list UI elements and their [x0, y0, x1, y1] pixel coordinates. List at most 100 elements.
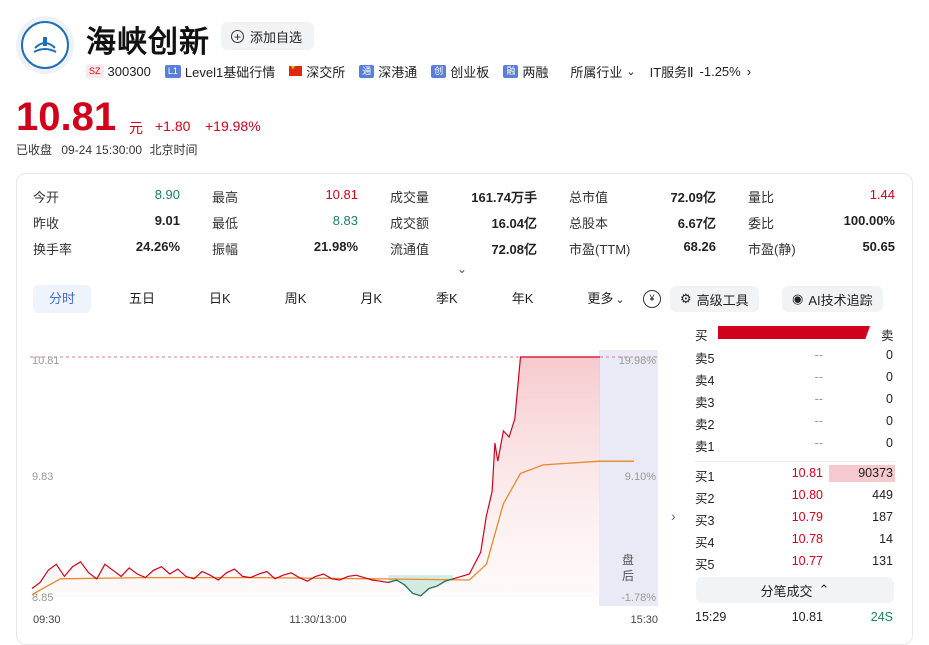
stat-value: 1.44 — [869, 187, 895, 202]
collapse-orderbook-icon[interactable]: › — [671, 508, 676, 524]
level-volume: 0 — [886, 414, 893, 428]
industry-label: 所属行业 — [570, 64, 623, 80]
ask-row[interactable]: 卖1 -- 0 — [695, 433, 895, 455]
stat-label: 成交额 — [390, 216, 430, 231]
price-change: +1.80 — [155, 118, 191, 134]
chevron-up-icon: ⌃ — [818, 582, 830, 597]
x-label-mid: 11:30/13:00 — [289, 614, 346, 626]
ask-row[interactable]: 卖4 -- 0 — [695, 367, 895, 389]
tab-quarterly-k[interactable]: 季K — [420, 285, 474, 313]
stock-logo — [16, 16, 74, 74]
stat-value: 9.01 — [154, 213, 180, 228]
tab-more-label: 更多 — [587, 291, 614, 306]
tools-icon: ⚙ — [680, 291, 692, 306]
level-volume: 449 — [872, 488, 893, 502]
y-label-mid: 9.83 — [32, 471, 53, 483]
exchange-tag[interactable]: 深交所 — [289, 62, 345, 81]
add-watchlist-label: 添加自选 — [250, 29, 303, 45]
tab-more[interactable]: 更多 ⌄ — [571, 285, 640, 313]
level-price: -- — [814, 348, 823, 362]
stat-value: 100.00% — [843, 213, 895, 228]
status-time: 09-24 15:30:00 — [61, 143, 143, 157]
connect-tag[interactable]: 通 深港通 — [359, 62, 417, 81]
expand-stats-icon[interactable]: ⌄ — [457, 262, 467, 276]
level-volume: 14 — [879, 532, 893, 546]
stat-label: 委比 — [748, 216, 775, 231]
bid-row[interactable]: 买4 10.78 14 — [695, 529, 895, 551]
pct-label-top: 19.98% — [619, 355, 657, 367]
level-label: 买4 — [695, 536, 715, 550]
industry-name: IT服务Ⅱ — [649, 64, 694, 80]
level-volume: 0 — [886, 392, 893, 406]
tab-yearly-k[interactable]: 年K — [496, 285, 550, 313]
market-status: 已收盘 09-24 15:30:00 北京时间 — [16, 141, 197, 158]
industry-change: -1.25% — [699, 63, 741, 79]
industry-link[interactable]: IT服务Ⅱ -1.25% › — [650, 62, 752, 81]
trades-label: 分笔成交 — [760, 583, 813, 599]
level1-tag[interactable]: L1 Level1基础行情 — [164, 62, 275, 81]
exchange-badge: SZ — [86, 64, 104, 78]
compare-icon[interactable]: ¥ — [643, 290, 661, 308]
advanced-tools-button[interactable]: ⚙ 高级工具 — [670, 286, 759, 312]
level-price: -- — [814, 436, 823, 450]
after-hours-label-2: 后 — [622, 569, 634, 583]
connect-label: 深港通 — [378, 64, 418, 80]
buy-sell-ratio-bar — [718, 326, 870, 339]
level-label: 卖1 — [695, 440, 715, 454]
stat-value: 24.26% — [135, 239, 180, 254]
bid-row[interactable]: 买1 10.81 90373 — [695, 463, 895, 485]
trade-price: 10.81 — [791, 610, 823, 624]
after-hours-label-1: 盘 — [622, 552, 634, 567]
stat-value: 68.26 — [683, 239, 716, 254]
board-label: 创业板 — [450, 64, 490, 80]
stat-label: 最高 — [212, 190, 239, 205]
intraday-chart[interactable]: 10.81 9.83 8.85 19.98% 9.10% -1.78% 盘 后 … — [30, 340, 660, 630]
stat-value: 21.98% — [313, 239, 358, 254]
level-price: 10.81 — [791, 466, 823, 480]
price-change-percent: +19.98% — [205, 118, 261, 134]
industry-dropdown[interactable]: 所属行业 ⌄ — [570, 62, 635, 81]
stat-value: 8.90 — [154, 187, 180, 202]
tab-five-day[interactable]: 五日 — [113, 285, 171, 313]
buy-header: 买 — [695, 329, 708, 343]
level-badge: L1 — [164, 64, 181, 78]
china-flag-icon — [289, 64, 303, 76]
bid-row[interactable]: 买3 10.79 187 — [695, 507, 895, 529]
tab-intraday[interactable]: 分时 — [33, 285, 92, 313]
ai-tracking-button[interactable]: ◉ AI技术追踪 — [782, 286, 883, 312]
board-tag[interactable]: 创 创业板 — [431, 62, 489, 81]
level-volume: 90373 — [858, 466, 893, 480]
stat-value: 8.83 — [332, 213, 358, 228]
ask-row[interactable]: 卖5 -- 0 — [695, 345, 895, 367]
chevron-right-icon: › — [746, 63, 752, 79]
tab-weekly-k[interactable]: 周K — [269, 285, 323, 313]
stat-label: 成交量 — [390, 190, 430, 205]
margin-tag[interactable]: 融 两融 — [503, 62, 548, 81]
chevron-down-icon: ⌄ — [626, 65, 636, 78]
bid-row[interactable]: 买5 10.77 131 — [695, 551, 895, 573]
status-label: 已收盘 — [16, 143, 53, 157]
margin-label: 两融 — [522, 64, 549, 80]
stat-value: 16.04亿 — [491, 216, 537, 231]
level-price: 10.80 — [791, 488, 823, 502]
ask-row[interactable]: 卖3 -- 0 — [695, 389, 895, 411]
tab-daily-k[interactable]: 日K — [193, 285, 247, 313]
level-price: 10.77 — [791, 554, 823, 568]
margin-badge: 融 — [503, 64, 519, 78]
logo-emblem-icon — [21, 21, 69, 69]
stat-label: 市盈(静) — [748, 242, 796, 257]
level-volume: 0 — [886, 370, 893, 384]
status-timezone: 北京时间 — [149, 143, 198, 157]
tab-monthly-k[interactable]: 月K — [344, 285, 398, 313]
add-watchlist-button[interactable]: + 添加自选 — [221, 22, 315, 50]
pct-label-bottom: -1.78% — [621, 592, 656, 604]
trades-toggle-button[interactable]: 分笔成交 ⌃ — [696, 577, 894, 603]
ask-row[interactable]: 卖2 -- 0 — [695, 411, 895, 433]
stat-label: 今开 — [33, 190, 60, 205]
bid-row[interactable]: 买2 10.80 449 — [695, 485, 895, 507]
level-label: 买5 — [695, 558, 715, 572]
level-label: 买1 — [695, 470, 715, 484]
stat-label: 昨收 — [33, 216, 60, 231]
last-price: 10.81 — [16, 95, 117, 139]
y-label-top: 10.81 — [32, 355, 60, 367]
